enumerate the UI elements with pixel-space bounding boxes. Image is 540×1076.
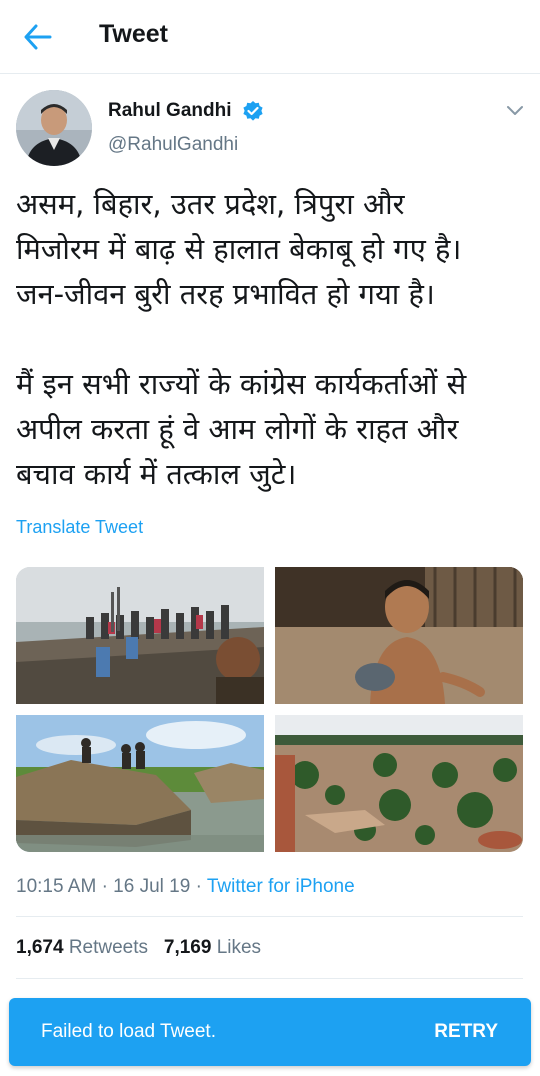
retweets-count: 1,674	[16, 937, 64, 958]
verified-badge-icon	[242, 100, 264, 122]
photo-submerged-hut[interactable]	[16, 715, 264, 852]
tweet-time: 10:15 AM	[16, 876, 97, 897]
app-header: Tweet	[0, 0, 540, 74]
photo-flood-victims[interactable]	[16, 567, 264, 704]
tweet-line: मिजोरम में बाढ़ से हालात बेकाबू हो गए है…	[16, 232, 462, 266]
retry-button[interactable]: RETRY	[434, 1021, 498, 1043]
page-title: Tweet	[99, 20, 168, 48]
arrow-left-icon[interactable]	[22, 22, 54, 52]
divider	[16, 916, 523, 917]
likes-stat[interactable]: 7,169 Likes	[164, 937, 261, 958]
tweet-meta: 10:15 AM · 16 Jul 19 · Twitter for iPhon…	[16, 876, 355, 898]
tweet-date: 16 Jul 19	[113, 876, 191, 897]
author-name[interactable]: Rahul Gandhi	[108, 100, 232, 122]
tweet-line: जन-जीवन बुरी तरह प्रभावित हो गया है।	[16, 277, 435, 311]
chevron-down-icon[interactable]	[504, 102, 526, 118]
error-snackbar: Failed to load Tweet. RETRY	[9, 998, 531, 1066]
photo-flooded-village[interactable]	[275, 715, 523, 852]
tweet-line: असम, बिहार, उतर प्रदेश, त्रिपुरा और	[16, 187, 405, 221]
author-handle[interactable]: @RahulGandhi	[108, 134, 238, 156]
meta-separator: ·	[101, 876, 108, 897]
divider	[16, 978, 523, 979]
snackbar-message: Failed to load Tweet.	[41, 1021, 216, 1042]
likes-label: Likes	[216, 937, 262, 958]
photo-child-in-water[interactable]	[275, 567, 523, 704]
likes-count: 7,169	[163, 937, 212, 958]
media-grid	[16, 567, 523, 852]
tweet-text: असम, बिहार, उतर प्रदेश, त्रिपुरा और मिजो…	[16, 182, 526, 497]
translate-tweet-link[interactable]: Translate Tweet	[16, 517, 143, 538]
tweet-source-link[interactable]: Twitter for iPhone	[207, 876, 355, 897]
retweets-stat[interactable]: 1,674 Retweets	[16, 937, 153, 958]
avatar[interactable]	[16, 90, 92, 166]
tweet-line: मैं इन सभी राज्यों के कांग्रेस कार्यकर्त…	[16, 367, 467, 401]
retweets-label: Retweets	[68, 937, 149, 958]
meta-separator: ·	[195, 876, 202, 897]
tweet-stats: 1,674 Retweets 7,169 Likes	[16, 937, 261, 959]
tweet-line: अपील करता हूं वे आम लोगों के राहत और	[16, 412, 459, 446]
tweet-line: बचाव कार्य में तत्काल जुटे।	[16, 457, 297, 491]
